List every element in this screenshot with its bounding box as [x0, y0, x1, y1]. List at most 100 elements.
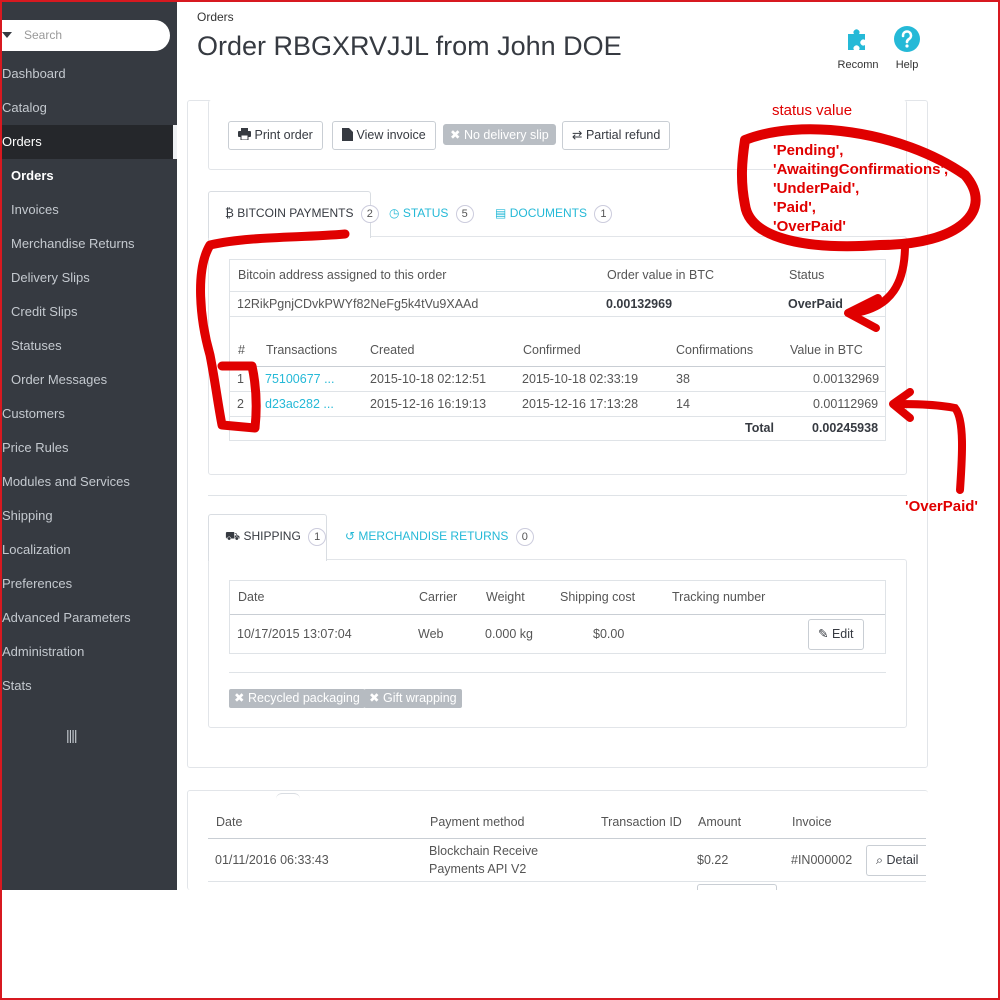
clock-icon: ◷ [389, 206, 400, 220]
tx-hash-link[interactable]: 75100677 ... [265, 372, 335, 386]
sidebar-item-preferences[interactable]: Preferences [2, 567, 177, 601]
payments-panel [187, 790, 928, 890]
divider [230, 416, 885, 417]
divider [208, 495, 907, 496]
close-icon: ✖ [450, 128, 461, 142]
annotation-status-underpaid: 'UnderPaid', [773, 180, 860, 197]
header-confirmed: Confirmed [523, 343, 581, 357]
payment-date: 01/11/2016 06:33:43 [215, 853, 329, 867]
header-payment-method: Payment method [430, 815, 525, 829]
tab-status[interactable]: ◷ STATUS 5 [389, 205, 474, 223]
header-created: Created [370, 343, 415, 357]
partial-refund-button[interactable]: ⇄ Partial refund [562, 121, 671, 150]
sidebar-subitem-order-messages[interactable]: Order Messages [2, 363, 177, 397]
tab-merchandise-returns[interactable]: ↺ MERCHANDISE RETURNS 0 [345, 528, 534, 546]
header-weight: Weight [486, 590, 525, 604]
tab-documents-label: DOCUMENTS [509, 206, 588, 220]
shipping-table [229, 580, 886, 654]
tab-documents[interactable]: ▤ DOCUMENTS 1 [495, 205, 613, 223]
tab-shipping[interactable]: ⛟ SHIPPING 1 [225, 528, 327, 546]
divider [230, 316, 885, 317]
header-value-btc: Value in BTC [790, 343, 863, 357]
sidebar: Search Dashboard Catalog Orders Orders I… [2, 2, 177, 890]
edit-shipping-button[interactable]: ✎ Edit [808, 619, 864, 650]
sidebar-subitem-credit-slips[interactable]: Credit Slips [2, 295, 177, 329]
header-confirmations: Confirmations [676, 343, 754, 357]
close-icon: ✖ [369, 691, 380, 705]
header-bitcoin-address: Bitcoin address assigned to this order [238, 268, 447, 282]
details-label: Detail [886, 853, 919, 867]
header-shipping-cost: Shipping cost [560, 590, 636, 604]
button-edge [697, 884, 777, 890]
payment-method-line1: Blockchain Receive [429, 844, 539, 858]
sidebar-item-dashboard[interactable]: Dashboard [2, 57, 177, 91]
header-status: Status [789, 268, 825, 282]
header-num: # [238, 343, 245, 357]
sidebar-item-localization[interactable]: Localization [2, 533, 177, 567]
print-order-button[interactable]: Print order [228, 121, 323, 150]
recycled-packaging-badge: ✖ Recycled packaging [229, 689, 365, 708]
caret-down-icon[interactable] [2, 32, 12, 38]
header-payment-date: Date [216, 815, 243, 829]
sidebar-item-orders[interactable]: Orders [2, 125, 177, 159]
undo-icon: ↺ [345, 529, 356, 543]
order-value-btc: 0.00132969 [606, 297, 673, 311]
sidebar-subitem-statuses[interactable]: Statuses [2, 329, 177, 363]
header-tracking-number: Tracking number [672, 590, 766, 604]
sidebar-item-customers[interactable]: Customers [2, 397, 177, 431]
no-delivery-slip-button[interactable]: ✖ No delivery slip [443, 124, 556, 145]
document-icon: ▤ [495, 206, 507, 220]
shipping-cost: $0.00 [593, 627, 625, 641]
tx-created: 2015-12-16 16:19:13 [370, 397, 487, 411]
sidebar-item-administration[interactable]: Administration [2, 635, 177, 669]
search-icon: ⌕ [876, 853, 884, 867]
tx-hash-link[interactable]: d23ac282 ... [265, 397, 334, 411]
payment-method-line2: Payments API V2 [429, 862, 527, 876]
search-box[interactable]: Search [2, 20, 170, 51]
sidebar-subitem-invoices[interactable]: Invoices [2, 193, 177, 227]
print-icon [238, 128, 251, 141]
help-button[interactable]: Help [877, 25, 937, 71]
bitcoin-icon: ₿ [225, 206, 234, 220]
sidebar-subitem-orders[interactable]: Orders [2, 159, 177, 193]
tab-bitcoin-payments[interactable]: ₿ BITCOIN PAYMENTS 2 [225, 205, 379, 223]
sidebar-item-shipping[interactable]: Shipping [2, 499, 177, 533]
sidebar-subitem-merchandise-returns[interactable]: Merchandise Returns [2, 227, 177, 261]
header-carrier: Carrier [419, 590, 458, 604]
tab-returns-count: 0 [515, 528, 534, 546]
payment-status: OverPaid [788, 297, 843, 311]
sidebar-subitem-delivery-slips[interactable]: Delivery Slips [2, 261, 177, 295]
divider [229, 672, 886, 673]
exchange-icon: ⇄ [572, 128, 583, 142]
search-input[interactable]: Search [24, 28, 62, 42]
recommended-label: Recomn [837, 59, 879, 71]
no-delivery-slip-label: No delivery slip [463, 128, 549, 142]
sidebar-item-stats[interactable]: Stats [2, 669, 177, 703]
partial-refund-label: Partial refund [585, 128, 661, 142]
payment-invoice: #IN000002 [791, 853, 853, 867]
puzzle-icon [848, 29, 865, 50]
tab-status-label: STATUS [402, 206, 449, 220]
bitcoin-address: 12RikPgnjCDvkPWYf82NeFg5k4tVu9XAAd [237, 297, 479, 311]
sidebar-item-catalog[interactable]: Catalog [2, 91, 177, 125]
view-invoice-button[interactable]: View invoice [332, 121, 436, 150]
tx-confirmations: 38 [676, 372, 690, 386]
file-icon [342, 128, 353, 141]
divider [230, 614, 885, 615]
edit-label: Edit [831, 627, 854, 641]
annotation-status-overpaid: 'OverPaid' [773, 218, 847, 235]
payment-details-button[interactable]: ⌕ Detail [866, 845, 926, 876]
annotation-status-awaiting: 'AwaitingConfirmations', [773, 161, 949, 178]
help-icon [894, 26, 920, 52]
payments-badge-edge [276, 793, 300, 799]
header-amount: Amount [698, 815, 742, 829]
tx-confirmed: 2015-12-16 17:13:28 [522, 397, 639, 411]
sidebar-item-price-rules[interactable]: Price Rules [2, 431, 177, 465]
header-transaction-id: Transaction ID [601, 815, 682, 829]
sidebar-item-modules[interactable]: Modules and Services [2, 465, 177, 499]
tx-confirmations: 14 [676, 397, 690, 411]
breadcrumb[interactable]: Orders [197, 10, 234, 24]
collapse-menu-icon[interactable]: |||| [66, 727, 78, 743]
sidebar-item-advanced-parameters[interactable]: Advanced Parameters [2, 601, 177, 635]
annotation-status-pending: 'Pending', [773, 142, 844, 159]
